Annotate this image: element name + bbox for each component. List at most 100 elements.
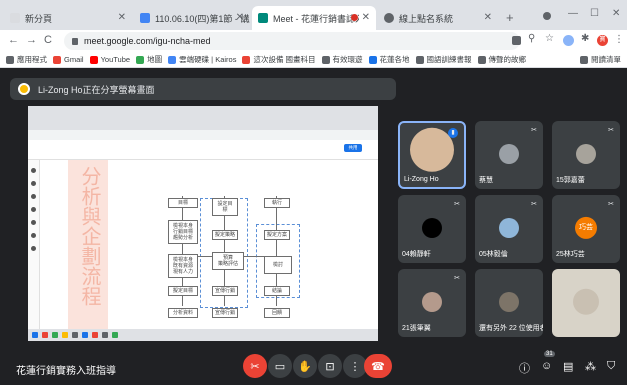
bookmark-gmail[interactable]: Gmail [53,55,84,64]
profile-avatar[interactable]: 寶 [597,35,608,46]
close-icon[interactable]: ✕ [118,12,126,23]
raise-hand-button[interactable]: ✋ [293,354,317,378]
bookmark-label: 雲端硬碟 | Kairos [179,55,237,64]
host-controls-icon[interactable]: ⛉ [607,360,615,373]
bookmarks-bar: 應用程式 Gmail YouTube 地圖 雲端硬碟 | Kairos 這次設備… [0,52,627,68]
self-view-tile[interactable] [552,269,620,337]
bookmark-6[interactable]: 有效環遊 [321,54,363,65]
back-icon[interactable]: ← [8,34,19,46]
mic-off-icon: ✂ [608,201,614,208]
people-icon[interactable]: ☺ [541,360,552,372]
tab-attendance[interactable]: 線上點名系統 ✕ [378,6,498,30]
presenting-icon [18,83,30,95]
participant-name: 21張筆翼 [402,325,431,332]
info-icon[interactable]: ⓘ [519,360,530,376]
minimize-icon[interactable]: — [568,8,578,19]
forward-icon[interactable]: → [26,34,37,46]
flow-box: 檢討 [264,256,292,274]
tab-title: 新分頁 [25,13,53,24]
bookmark-8[interactable]: 國語訓練書報 [415,54,472,65]
activities-icon[interactable]: ⁂ [585,360,596,373]
camera-icon[interactable] [512,36,521,45]
bookmark-label: 國語訓練書報 [426,55,472,64]
participant-tile[interactable]: ✂ 05林毅倫 [475,195,543,263]
bookmark-icon [242,55,251,64]
bookmark-label: 花蓮各地 [379,55,410,64]
participant-tile[interactable]: ✂ 蔡慧 [475,121,543,189]
shared-taskbar [28,329,378,341]
tab-meet[interactable]: Meet - 花蓮行銷書誌入匠旨 ✕ [252,6,376,30]
reading-list[interactable]: 閱讀清單 [580,54,621,65]
present-icon: ⊡ [325,360,335,373]
bookmark-label: 有效環遊 [332,55,363,64]
mic-off-icon: ✂ [454,201,460,208]
bookmark-9[interactable]: 傳聲的故鄉 [477,54,526,65]
zoom-icon[interactable]: ⚲ [528,33,539,44]
menu-icon[interactable]: ⋮ [614,34,624,45]
bookmark-5[interactable]: 這次設備 國畫科目 [242,54,316,65]
meet-stage: Li-Zong Ho正在分享螢幕畫面 共用 分析與企劃流程 目標 檢視本身 行銷… [0,68,627,385]
maximize-icon[interactable]: ☐ [590,8,599,19]
participant-tile[interactable]: ▮ Li-Zong Ho [398,121,466,189]
reading-list-label: 閱讀清單 [591,55,621,64]
close-icon[interactable]: ✕ [236,12,244,23]
reload-icon[interactable]: C [44,34,52,46]
mic-off-icon: ✂ [531,201,537,208]
more-participants-tile[interactable]: 還有另外 22 位使用者 [475,269,543,337]
bookmark-7[interactable]: 花蓮各地 [368,54,410,65]
participant-name: 蔡慧 [479,177,493,184]
star-icon[interactable]: ☆ [545,33,556,44]
tab-new[interactable]: 新分頁 ✕ [4,6,132,30]
shared-doc-toolbar [28,140,378,160]
control-bar: 花蓮行銷實務入班指導 ✂ ▭ ✋ ⊡ ⋮ ☎ ⓘ ☺ 31 ▤ ⁂ ⛉ [0,350,627,385]
bookmark-label: Gmail [64,55,84,64]
participant-name: 25林巧芸 [556,251,585,258]
presenter-text: Li-Zong Ho正在分享螢幕畫面 [38,84,155,95]
gmail-icon [53,55,61,64]
shared-browser-chrome [28,106,378,130]
tab-search-icon[interactable] [543,12,551,20]
puzzle-icon[interactable]: ✱ [581,33,592,44]
hand-icon: ✋ [298,360,312,373]
bookmark-apps[interactable]: 應用程式 [6,54,47,65]
maps-icon [136,55,145,64]
participant-name: 05林毅倫 [479,251,508,258]
avatar: 巧芸 [575,216,597,239]
mic-off-icon: ✂ [608,127,614,134]
participant-tile[interactable]: ✂ 15郭嘉蕾 [552,121,620,189]
participant-name: 04賴靜軒 [402,251,431,258]
close-icon[interactable]: ✕ [362,12,370,23]
present-button[interactable]: ⊡ [318,354,342,378]
flow-box: 執行 [264,198,290,208]
flow-box: 宣傳行銷 [212,308,238,318]
extension-icon[interactable] [563,35,574,46]
new-tab-button[interactable]: + [506,10,514,25]
avatar [499,144,519,164]
avatar [576,144,596,164]
youtube-icon [89,55,98,64]
leave-call-button[interactable]: ☎ [364,354,392,378]
speaking-icon: ▮ [448,128,458,138]
close-icon[interactable]: ✕ [484,12,492,23]
tab-doc[interactable]: 110.06.10(四)第1節 - 講座行... ✕ [134,6,250,30]
new-tab-icon [10,13,20,23]
bookmark-drive[interactable]: 雲端硬碟 | Kairos [168,54,236,65]
close-window-icon[interactable]: ✕ [612,8,620,19]
camera-toggle-button[interactable]: ▭ [268,354,292,378]
globe-icon [384,13,394,23]
drive-icon [168,55,177,64]
participant-tile[interactable]: ✂ 21張筆翼 [398,269,466,337]
participant-tile[interactable]: 巧芸 ✂ 25林巧芸 [552,195,620,263]
participant-tile[interactable]: ✂ 04賴靜軒 [398,195,466,263]
flow-box: 預算 策略評估 [212,252,244,270]
bookmark-label: YouTube [100,55,131,64]
chat-icon[interactable]: ▤ [563,360,573,373]
bookmark-maps[interactable]: 地圖 [136,54,162,65]
bookmark-youtube[interactable]: YouTube [89,55,131,64]
tab-title: Meet - 花蓮行銷書誌入匠旨 [273,13,359,24]
mic-off-icon: ✂ [250,360,260,373]
url-field[interactable]: meet.google.com/igu-ncha-med [64,32,520,50]
more-icon: ⋮ [349,360,361,373]
flow-box: 回饋 [264,308,290,318]
mic-toggle-button[interactable]: ✂ [243,354,267,378]
